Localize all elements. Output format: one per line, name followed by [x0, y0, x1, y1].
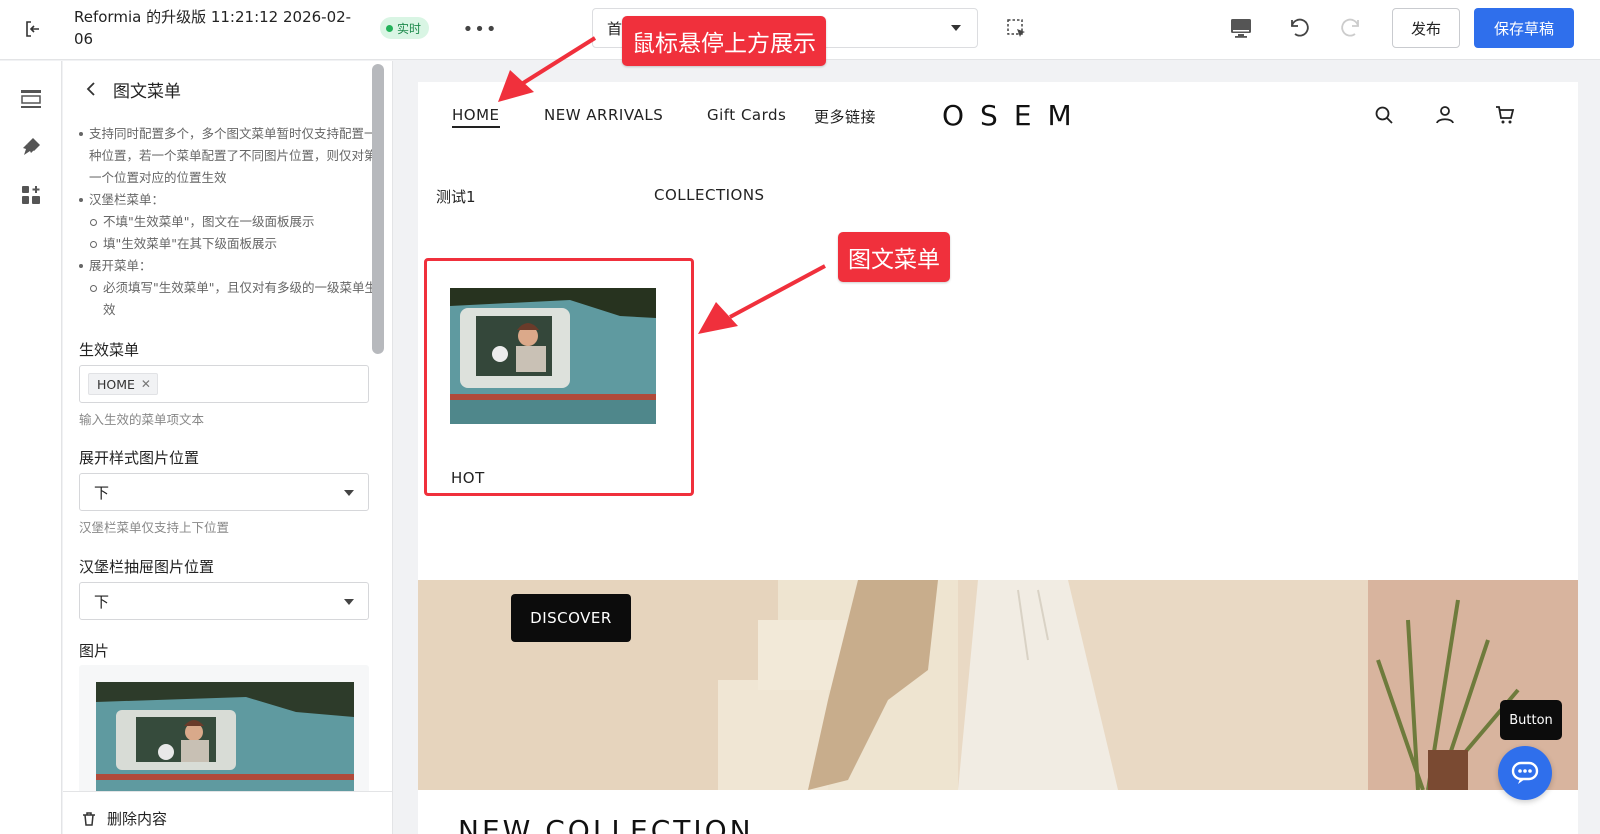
back-arrow-icon[interactable] — [83, 81, 99, 97]
document-title: Reformia 的升级版 11:21:12 2026-02-06 — [74, 8, 352, 48]
drawer-position-label: 汉堡栏抽屉图片位置 — [79, 558, 215, 576]
help-subitem: 必须填写"生效菜单"，且仅对有多级的一级菜单生效 — [77, 277, 377, 321]
expand-position-hint: 汉堡栏菜单仅支持上下位置 — [79, 520, 230, 535]
publish-button[interactable]: 发布 — [1392, 8, 1460, 48]
drawer-position-value: 下 — [94, 592, 110, 611]
settings-panel: 图文菜单 支持同时配置多个，多个图文菜单暂时仅支持配置一种位置，若一个菜单配置了… — [63, 61, 393, 834]
desktop-preview-icon[interactable] — [1228, 15, 1254, 41]
left-rail — [0, 61, 62, 834]
menu-tag-label: HOME — [97, 376, 135, 392]
image-picker[interactable] — [79, 665, 369, 795]
chevron-down-icon — [951, 25, 961, 31]
store-preview: HOME NEW ARRIVALS Gift Cards 更多链接 OSEM 测… — [418, 82, 1578, 834]
live-status-badge: 实时 — [380, 17, 430, 39]
nav-new-arrivals[interactable]: NEW ARRIVALS — [544, 106, 663, 124]
add-app-icon[interactable] — [17, 181, 45, 209]
effective-menu-hint: 输入生效的菜单项文本 — [79, 412, 205, 427]
nav-more-links[interactable]: 更多链接 — [814, 106, 876, 127]
mega-menu-column[interactable]: 测试1 — [436, 186, 476, 207]
menu-tag: HOME ✕ — [88, 373, 158, 395]
chevron-down-icon — [344, 490, 354, 496]
expand-position-value: 下 — [94, 483, 110, 502]
chevron-down-icon — [344, 599, 354, 605]
image-label: 图片 — [79, 642, 110, 660]
effective-menu-input[interactable]: HOME ✕ — [79, 365, 369, 403]
expand-position-select[interactable]: 下 — [79, 473, 369, 511]
redo-icon[interactable] — [1338, 14, 1366, 42]
save-draft-button[interactable]: 保存草稿 — [1474, 8, 1574, 48]
store-logo[interactable]: OSEM — [942, 99, 1088, 132]
live-status-label: 实时 — [397, 21, 422, 36]
image-menu-annotation-callout: 图文菜单 — [838, 232, 950, 282]
floating-button[interactable]: Button — [1500, 700, 1562, 740]
truck-photo — [450, 288, 656, 424]
store-header: HOME NEW ARRIVALS Gift Cards 更多链接 OSEM — [418, 82, 1578, 152]
page-select-value: 首 — [607, 19, 623, 38]
trash-icon — [83, 811, 95, 826]
delete-content-label: 删除内容 — [107, 810, 168, 828]
delete-content-button[interactable]: 删除内容 — [81, 808, 167, 829]
undo-icon[interactable] — [1284, 14, 1312, 42]
element-select-icon[interactable] — [1005, 17, 1029, 41]
hover-annotation-callout: 鼠标悬停上方展示 — [622, 16, 826, 66]
nav-gift-cards[interactable]: Gift Cards — [707, 106, 786, 124]
help-item: 支持同时配置多个，多个图文菜单暂时仅支持配置一种位置，若一个菜单配置了不同图片位… — [77, 123, 377, 189]
panel-title: 图文菜单 — [113, 81, 181, 102]
account-icon[interactable] — [1434, 104, 1456, 126]
status-dot-icon — [386, 24, 393, 32]
theme-style-icon[interactable] — [17, 133, 45, 161]
drawer-position-select[interactable]: 下 — [79, 582, 369, 620]
chat-icon[interactable] — [1498, 746, 1552, 800]
help-text: 支持同时配置多个，多个图文菜单暂时仅支持配置一种位置，若一个菜单配置了不同图片位… — [77, 123, 377, 321]
search-icon[interactable] — [1373, 104, 1395, 126]
sections-icon[interactable] — [17, 85, 45, 113]
image-menu-card[interactable]: HOT — [424, 258, 694, 496]
truck-photo — [96, 682, 354, 795]
collection-heading: NEW COLLECTION — [458, 814, 754, 834]
help-item: 汉堡栏菜单： — [77, 189, 377, 211]
panel-header: 图文菜单 — [83, 77, 181, 102]
expand-position-label: 展开样式图片位置 — [79, 449, 200, 467]
nav-home[interactable]: HOME — [452, 106, 500, 128]
help-item: 展开菜单： — [77, 255, 377, 277]
cart-icon[interactable] — [1494, 104, 1516, 126]
panel-scrollbar[interactable] — [372, 64, 384, 354]
more-options-icon[interactable]: ••• — [463, 18, 497, 40]
help-subitem: 不填"生效菜单"，图文在一级面板展示 — [77, 211, 377, 233]
close-icon[interactable]: ✕ — [141, 377, 151, 391]
effective-menu-label: 生效菜单 — [79, 341, 140, 359]
menu-card-label: HOT — [451, 469, 485, 487]
help-subitem: 填"生效菜单"在其下级面板展示 — [77, 233, 377, 255]
hero-banner: DISCOVER — [418, 580, 1578, 790]
mega-menu-column[interactable]: COLLECTIONS — [654, 186, 765, 204]
exit-icon[interactable] — [18, 14, 48, 44]
panel-footer: 删除内容 — [63, 791, 392, 834]
discover-button[interactable]: DISCOVER — [511, 594, 631, 642]
